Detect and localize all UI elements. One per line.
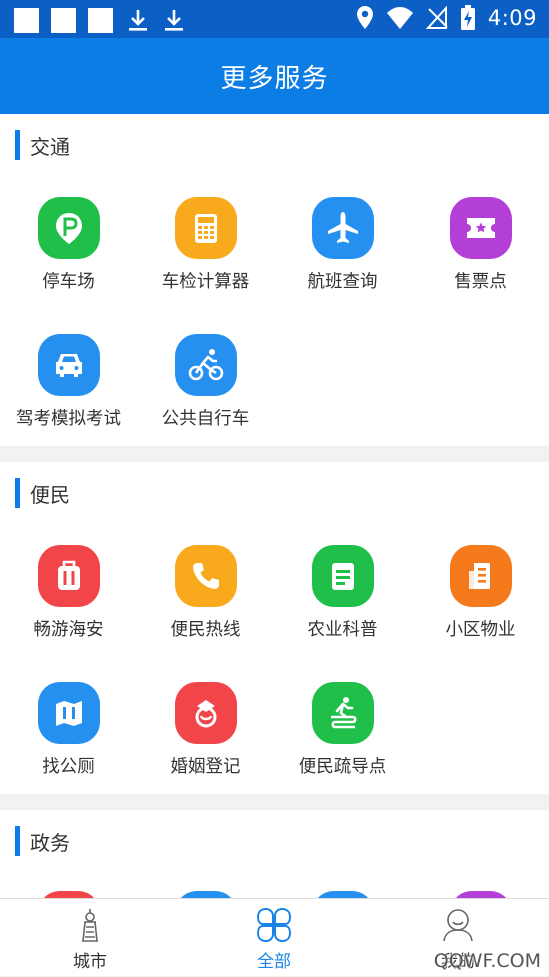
section-title: 政务 bbox=[30, 830, 70, 855]
guide-icon bbox=[312, 682, 374, 744]
service-gov-1[interactable] bbox=[0, 891, 137, 898]
service-parking[interactable]: 停车场 bbox=[0, 197, 137, 317]
nav-label-city: 城市 bbox=[73, 952, 107, 972]
ticket-icon bbox=[450, 197, 512, 259]
gov-icon-2 bbox=[175, 891, 237, 898]
gov-icon-3 bbox=[312, 891, 374, 898]
bottom-nav: 城市 全部 我的 QQWF.COM bbox=[0, 898, 549, 976]
notification-square-icon bbox=[51, 7, 76, 33]
service-label: 婚姻登记 bbox=[170, 757, 241, 777]
no-signal-icon bbox=[425, 6, 448, 29]
car-icon bbox=[38, 334, 100, 396]
gov-icon-1 bbox=[38, 891, 100, 898]
service-public-bicycle[interactable]: 公共自行车 bbox=[137, 334, 274, 454]
section-header: 交通 bbox=[15, 130, 70, 160]
nav-label-all: 全部 bbox=[257, 952, 291, 972]
service-driving-test[interactable]: 驾考模拟考试 bbox=[0, 334, 137, 454]
service-label: 农业科普 bbox=[307, 620, 378, 640]
wifi-icon bbox=[386, 7, 413, 29]
profile-icon bbox=[443, 909, 473, 942]
section-header: 政务 bbox=[15, 826, 70, 856]
service-guide-point[interactable]: 便民疏导点 bbox=[274, 682, 411, 802]
airplane-icon bbox=[312, 197, 374, 259]
phone-icon bbox=[175, 545, 237, 607]
services-content[interactable]: 交通 停车场 车检计算器 航班查询 售票点 驾考模拟考试 公共自行车 便民 畅游… bbox=[0, 114, 549, 898]
service-agri-science[interactable]: 农业科普 bbox=[274, 545, 411, 665]
title-bar: 更多服务 bbox=[0, 38, 549, 114]
service-label: 公共自行车 bbox=[161, 409, 250, 429]
download-icon bbox=[165, 10, 183, 31]
service-property[interactable]: 小区物业 bbox=[412, 545, 549, 665]
service-flight-query[interactable]: 航班查询 bbox=[274, 197, 411, 317]
location-icon bbox=[356, 6, 373, 29]
marriage-icon bbox=[175, 682, 237, 744]
service-label: 找公厕 bbox=[42, 757, 95, 777]
building-icon bbox=[450, 545, 512, 607]
luggage-icon bbox=[38, 545, 100, 607]
status-bar: 4:09 bbox=[0, 0, 549, 38]
parking-icon bbox=[38, 197, 100, 259]
service-hotline[interactable]: 便民热线 bbox=[137, 545, 274, 665]
section-header: 便民 bbox=[15, 478, 70, 508]
service-gov-2[interactable] bbox=[137, 891, 274, 898]
calculator-icon bbox=[175, 197, 237, 259]
service-marriage-registration[interactable]: 婚姻登记 bbox=[137, 682, 274, 802]
watermark: QQWF.COM bbox=[433, 950, 541, 972]
service-label: 畅游海安 bbox=[33, 620, 104, 640]
notification-square-icon bbox=[88, 7, 113, 33]
nav-tab-city[interactable]: 城市 bbox=[30, 899, 150, 977]
section-transport: 交通 停车场 车检计算器 航班查询 售票点 驾考模拟考试 公共自行车 bbox=[0, 114, 549, 446]
section-accent-bar bbox=[15, 478, 20, 508]
service-gov-4[interactable] bbox=[412, 891, 549, 898]
section-title: 便民 bbox=[30, 482, 70, 507]
service-label: 售票点 bbox=[454, 272, 507, 292]
section-title: 交通 bbox=[30, 134, 70, 159]
section-accent-bar bbox=[15, 826, 20, 856]
section-accent-bar bbox=[15, 130, 20, 160]
nav-tab-all[interactable]: 全部 bbox=[214, 899, 334, 977]
service-label: 小区物业 bbox=[445, 620, 516, 640]
bicycle-icon bbox=[175, 334, 237, 396]
service-label: 车检计算器 bbox=[161, 272, 250, 292]
section-government: 政务 bbox=[0, 810, 549, 898]
service-label: 便民热线 bbox=[170, 620, 241, 640]
document-icon bbox=[312, 545, 374, 607]
toilet-icon bbox=[38, 682, 100, 744]
service-label: 航班查询 bbox=[307, 272, 378, 292]
gov-icon-4 bbox=[450, 891, 512, 898]
clock-time: 4:09 bbox=[487, 6, 537, 30]
all-grid-icon bbox=[256, 907, 292, 943]
service-find-toilet[interactable]: 找公厕 bbox=[0, 682, 137, 802]
service-ticket-outlet[interactable]: 售票点 bbox=[412, 197, 549, 317]
page-title: 更多服务 bbox=[220, 63, 329, 94]
service-gov-3[interactable] bbox=[274, 891, 411, 898]
service-label: 停车场 bbox=[42, 272, 95, 292]
city-tower-icon bbox=[82, 909, 98, 942]
service-tour-haian[interactable]: 畅游海安 bbox=[0, 545, 137, 665]
section-convenience: 便民 畅游海安 便民热线 农业科普 小区物业 找公厕 婚姻登记 便民疏导点 bbox=[0, 462, 549, 794]
battery-charging-icon bbox=[460, 5, 475, 30]
service-inspection-calculator[interactable]: 车检计算器 bbox=[137, 197, 274, 317]
download-icon bbox=[129, 10, 147, 31]
service-label: 驾考模拟考试 bbox=[16, 409, 121, 429]
service-label: 便民疏导点 bbox=[298, 757, 387, 777]
notification-square-icon bbox=[14, 7, 39, 33]
